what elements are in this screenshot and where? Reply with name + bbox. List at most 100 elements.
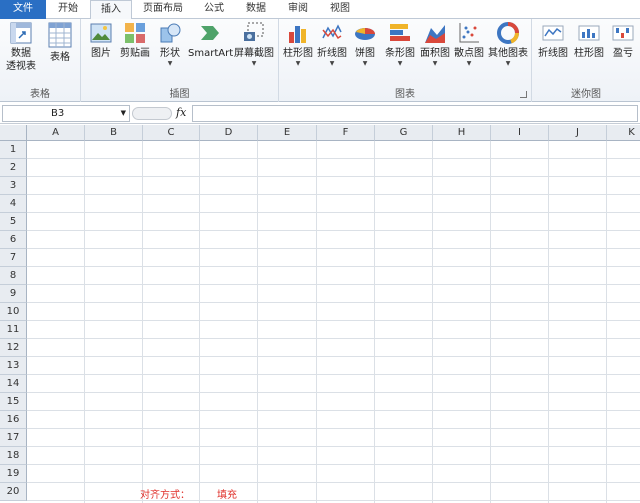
column-gridline	[316, 141, 317, 503]
column-header-f[interactable]: F	[317, 125, 375, 141]
pivot-label-2: 透视表	[6, 61, 36, 72]
row-header-1[interactable]: 1	[0, 141, 27, 159]
row-gridline	[27, 194, 640, 195]
tab-formulas[interactable]: 公式	[194, 0, 234, 19]
row-gridline	[27, 428, 640, 429]
column-header-i[interactable]: I	[491, 125, 549, 141]
row-gridline	[27, 284, 640, 285]
row-gridline	[27, 302, 640, 303]
row-gridline	[27, 158, 640, 159]
row-header-15[interactable]: 15	[0, 393, 27, 411]
group-label-illustrations: 插图	[169, 89, 190, 100]
row-header-4[interactable]: 4	[0, 195, 27, 213]
tab-page-layout[interactable]: 页面布局	[134, 0, 192, 19]
row-header-14[interactable]: 14	[0, 375, 27, 393]
group-label-sparklines: 迷你图	[571, 89, 601, 100]
row-gridline	[27, 266, 640, 267]
column-header-d[interactable]: D	[200, 125, 258, 141]
row-header-8[interactable]: 8	[0, 267, 27, 285]
row-header-11[interactable]: 11	[0, 321, 27, 339]
tab-data[interactable]: 数据	[236, 0, 276, 19]
row-header-10[interactable]: 10	[0, 303, 27, 321]
screenshot-button[interactable]: 屏幕截图 ▼	[233, 22, 275, 68]
row-gridline	[27, 446, 640, 447]
pivot-label-1: 数据	[11, 48, 31, 59]
row-header-9[interactable]: 9	[0, 285, 27, 303]
worksheet-grid[interactable]: ABCDEFGHIJK 1 2 3 4 5 6 7 8 9 10 11 12 13 14 15 16 17 18 1…	[0, 125, 640, 503]
other-charts-button[interactable]: 其他图表 ▼	[487, 22, 529, 68]
pie-chart-label: 饼图	[355, 48, 375, 59]
row-header-12[interactable]: 12	[0, 339, 27, 357]
row-header-20[interactable]: 20	[0, 483, 27, 501]
column-gridline	[432, 141, 433, 503]
row-header-5[interactable]: 5	[0, 213, 27, 231]
scatter-chart-label: 散点图	[454, 48, 484, 59]
pivot-table-button[interactable]: 数据 透视表	[3, 22, 39, 73]
shapes-button[interactable]: 形状 ▼	[155, 22, 185, 68]
cell-c20[interactable]: 对齐方式：	[140, 486, 190, 501]
row-gridline	[27, 410, 640, 411]
sparkline-winloss-button[interactable]: 盈亏	[608, 22, 638, 60]
tab-insert[interactable]: 插入	[90, 0, 132, 20]
column-header-b[interactable]: B	[85, 125, 143, 141]
group-label-table: 表格	[30, 89, 50, 100]
area-chart-label: 面积图	[420, 48, 450, 59]
sparkline-line-button[interactable]: 折线图	[536, 22, 570, 60]
column-header-k[interactable]: K	[607, 125, 640, 141]
scatter-chart-button[interactable]: 散点图 ▼	[453, 22, 485, 68]
insert-function-icon[interactable]: fx	[176, 106, 186, 119]
row-header-18[interactable]: 18	[0, 447, 27, 465]
charts-dialog-launcher-icon[interactable]	[520, 91, 527, 98]
column-header-a[interactable]: A	[27, 125, 85, 141]
formula-input[interactable]	[192, 105, 638, 122]
bar-chart-icon	[389, 22, 411, 44]
column-header-c[interactable]: C	[143, 125, 200, 141]
sparkline-column-icon	[578, 22, 600, 44]
cell-d20[interactable]: 填充	[217, 486, 237, 501]
row-header-7[interactable]: 7	[0, 249, 27, 267]
bar-chart-dropdown-icon: ▼	[397, 60, 403, 67]
name-box[interactable]: B3 ▼	[2, 105, 130, 122]
name-box-dropdown-icon[interactable]: ▼	[121, 106, 126, 121]
column-gridline	[606, 141, 607, 503]
row-header-2[interactable]: 2	[0, 159, 27, 177]
table-button[interactable]: 表格	[43, 22, 77, 64]
column-gridline	[548, 141, 549, 503]
clipart-button[interactable]: 剪贴画	[118, 22, 152, 60]
pie-chart-button[interactable]: 饼图 ▼	[351, 22, 379, 68]
column-chart-button[interactable]: 柱形图 ▼	[282, 22, 314, 68]
row-header-16[interactable]: 16	[0, 411, 27, 429]
column-header-h[interactable]: H	[433, 125, 491, 141]
select-all-corner[interactable]	[0, 125, 27, 141]
column-header-e[interactable]: E	[258, 125, 317, 141]
row-header-3[interactable]: 3	[0, 177, 27, 195]
table-label: 表格	[50, 52, 70, 63]
row-header-6[interactable]: 6	[0, 231, 27, 249]
row-header-17[interactable]: 17	[0, 429, 27, 447]
row-header-19[interactable]: 19	[0, 465, 27, 483]
line-chart-icon	[321, 22, 343, 44]
sparkline-line-icon	[542, 22, 564, 44]
picture-button[interactable]: 图片	[86, 22, 116, 60]
shapes-dropdown-icon: ▼	[167, 60, 173, 67]
tab-file[interactable]: 文件	[0, 0, 46, 19]
sparkline-column-button[interactable]: 柱形图	[572, 22, 606, 60]
line-chart-button[interactable]: 折线图 ▼	[316, 22, 348, 68]
tab-review[interactable]: 审阅	[278, 0, 318, 19]
row-header-13[interactable]: 13	[0, 357, 27, 375]
group-charts: 柱形图 ▼ 折线图 ▼ 饼图 ▼ 条形图 ▼ 面积图 ▼ 散点图 ▼ 其他图表 …	[279, 19, 532, 102]
bar-chart-button[interactable]: 条形图 ▼	[384, 22, 416, 68]
smartart-button[interactable]: SmartArt	[188, 22, 233, 60]
column-header-j[interactable]: J	[549, 125, 607, 141]
clipart-icon	[124, 22, 146, 44]
formula-bar-resize-handle[interactable]	[132, 107, 172, 120]
area-chart-button[interactable]: 面积图 ▼	[419, 22, 451, 68]
clipart-label: 剪贴画	[120, 48, 150, 59]
column-gridline	[257, 141, 258, 503]
pivot-table-icon	[10, 22, 32, 44]
row-gridline	[27, 392, 640, 393]
tab-view[interactable]: 视图	[320, 0, 360, 19]
column-header-g[interactable]: G	[375, 125, 433, 141]
screenshot-dropdown-icon: ▼	[251, 60, 257, 67]
tab-home[interactable]: 开始	[48, 0, 88, 19]
